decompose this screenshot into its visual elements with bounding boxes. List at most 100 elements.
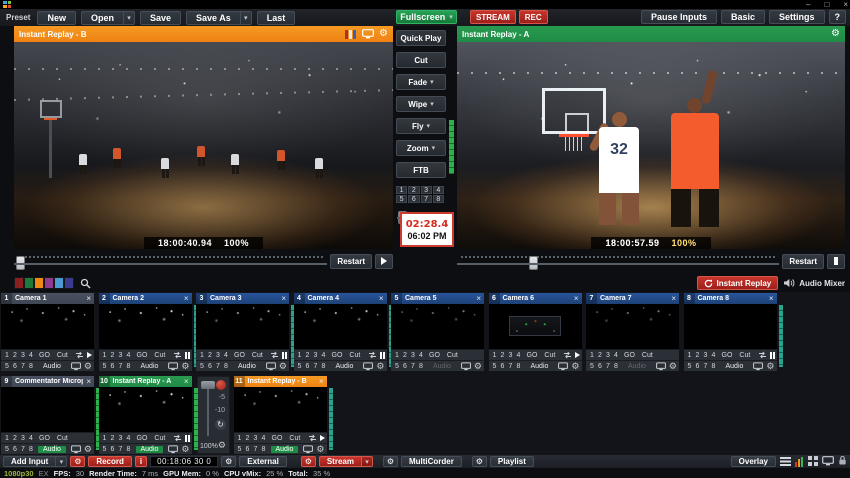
input-select-number[interactable]: 6 — [304, 363, 312, 370]
input-select-number[interactable]: 5 — [101, 363, 109, 370]
help-button[interactable]: ? — [829, 10, 847, 24]
color-swatch[interactable] — [44, 277, 54, 289]
input-tile[interactable]: 3 Camera 3 × 1234 GO Cut 5678 Audio ⚙ — [196, 293, 289, 371]
play-pause-icon[interactable] — [770, 352, 775, 359]
input-select-number[interactable]: 2 — [11, 435, 19, 442]
cut-button[interactable]: Cut — [736, 352, 753, 359]
stream-settings-gear-icon[interactable]: ⚙ — [301, 456, 316, 467]
monitor-icon[interactable] — [753, 362, 763, 371]
cut-button[interactable]: Cut — [396, 52, 446, 68]
input-select-number[interactable]: 2 — [11, 352, 19, 359]
input-select-number[interactable]: 2 — [206, 352, 214, 359]
close-icon[interactable]: × — [181, 376, 192, 387]
gear-icon[interactable]: ⚙ — [84, 445, 92, 454]
input-tile-header[interactable]: 6 Camera 6 × — [489, 293, 582, 304]
gear-icon[interactable]: ⚙ — [218, 440, 226, 451]
input-select-number[interactable]: 5 — [491, 363, 499, 370]
input-thumbnail[interactable] — [1, 304, 94, 349]
input-tile-header[interactable]: 3 Camera 3 × — [196, 293, 289, 304]
audio-button[interactable]: Audio — [428, 363, 456, 370]
input-select-number[interactable]: 8 — [222, 363, 230, 370]
save-as-dropdown[interactable]: ▾ — [241, 11, 252, 25]
pause-inputs-button[interactable]: Pause Inputs — [641, 10, 717, 24]
loop-icon[interactable] — [758, 351, 767, 359]
open-dropdown[interactable]: ▾ — [124, 11, 135, 25]
color-swatch[interactable] — [14, 277, 24, 289]
input-select-number[interactable]: 2 — [304, 352, 312, 359]
play-pause-icon[interactable] — [87, 352, 92, 358]
input-select-number[interactable]: 1 — [198, 352, 206, 359]
go-button[interactable]: GO — [36, 435, 53, 442]
magnifier-icon[interactable] — [80, 278, 91, 289]
stream-dropdown[interactable]: ▾ — [362, 456, 373, 467]
go-button[interactable]: GO — [134, 435, 151, 442]
input-select-number[interactable]: 8 — [710, 363, 718, 370]
play-pause-icon[interactable] — [282, 352, 287, 359]
go-button[interactable]: GO — [329, 352, 346, 359]
external-settings-gear-icon[interactable]: ⚙ — [221, 456, 236, 467]
cut-button[interactable]: Cut — [151, 435, 168, 442]
go-button[interactable]: GO — [524, 352, 541, 359]
cut-button[interactable]: Cut — [54, 435, 71, 442]
input-select-number[interactable]: 7 — [604, 363, 612, 370]
input-select-number[interactable]: 8 — [27, 446, 35, 453]
play-pause-icon[interactable] — [185, 435, 190, 442]
audio-button[interactable]: Audio — [136, 446, 164, 453]
input-tile[interactable]: 5 Camera 5 × 1234 GO Cut 5678 Audio ⚙ — [391, 293, 484, 371]
close-icon[interactable]: × — [278, 293, 289, 304]
preview-b-header[interactable]: Instant Replay - B ⚙ — [14, 26, 393, 42]
loop-reset-icon[interactable]: ↻ — [215, 419, 226, 430]
monitor-icon[interactable] — [71, 362, 81, 371]
input-select-number[interactable]: 2 — [596, 352, 604, 359]
input-select-number[interactable]: 2 — [109, 352, 117, 359]
save-button[interactable]: Save — [140, 11, 181, 25]
input-select-number[interactable]: 7 — [214, 363, 222, 370]
input-tile[interactable]: 11 Instant Replay - B × 1234 GO Cut 5678… — [234, 376, 327, 454]
input-tile-header[interactable]: 9 Commentator Microphone × — [1, 376, 94, 387]
input-tile[interactable]: 1 Camera 1 × 1234 GO Cut 5678 Audio ⚙ — [1, 293, 94, 371]
audio-mute-button[interactable] — [216, 380, 226, 390]
save-as-button[interactable]: Save As — [186, 11, 241, 25]
input-select-number[interactable]: 1 — [101, 435, 109, 442]
color-swatch[interactable] — [24, 277, 34, 289]
input-select-number[interactable]: 8 — [125, 446, 133, 453]
cut-button[interactable]: Cut — [346, 352, 363, 359]
input-thumbnail[interactable] — [99, 387, 192, 432]
go-button[interactable]: GO — [36, 352, 53, 359]
pause-button[interactable] — [827, 254, 845, 269]
input-select-number[interactable]: 8 — [260, 446, 268, 453]
preview-a-header[interactable]: Instant Replay - A ⚙ — [457, 26, 845, 42]
go-button[interactable]: GO — [719, 352, 736, 359]
instant-replay-button[interactable]: Instant Replay — [697, 276, 779, 290]
transition-fade-button[interactable]: Fade▾ — [396, 74, 446, 90]
transition-number-button[interactable]: 1 — [396, 186, 407, 194]
play-pause-icon[interactable] — [575, 352, 580, 358]
minimize-button[interactable]: – — [806, 0, 810, 9]
gear-icon[interactable]: ⚙ — [766, 362, 774, 371]
quick-play-button[interactable]: Quick Play — [396, 30, 446, 46]
input-select-number[interactable]: 1 — [296, 352, 304, 359]
go-button[interactable]: GO — [621, 352, 638, 359]
input-tile-header[interactable]: 11 Instant Replay - B × — [234, 376, 327, 387]
input-select-number[interactable]: 6 — [11, 446, 19, 453]
input-thumbnail[interactable] — [99, 304, 192, 349]
transition-number-button[interactable]: 2 — [408, 186, 419, 194]
input-select-number[interactable]: 3 — [507, 352, 515, 359]
preview-a-video[interactable]: 32 18:00:57.59100% — [457, 42, 845, 249]
input-select-number[interactable]: 7 — [507, 363, 515, 370]
input-select-number[interactable]: 2 — [694, 352, 702, 359]
input-select-number[interactable]: 6 — [109, 446, 117, 453]
go-button[interactable]: GO — [134, 352, 151, 359]
input-select-number[interactable]: 3 — [252, 435, 260, 442]
restart-button[interactable]: Restart — [782, 254, 824, 269]
close-icon[interactable]: × — [376, 293, 387, 304]
cut-button[interactable]: Cut — [249, 352, 266, 359]
play-button[interactable] — [375, 254, 393, 269]
loop-icon[interactable] — [368, 351, 377, 359]
input-select-number[interactable]: 5 — [296, 363, 304, 370]
monitor-icon[interactable] — [363, 362, 373, 371]
loop-icon[interactable] — [173, 351, 182, 359]
input-tile-header[interactable]: 7 Camera 7 × — [586, 293, 679, 304]
input-select-number[interactable]: 3 — [409, 352, 417, 359]
input-select-number[interactable]: 1 — [3, 435, 11, 442]
